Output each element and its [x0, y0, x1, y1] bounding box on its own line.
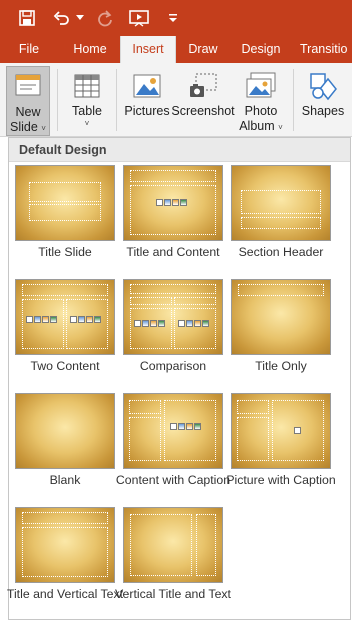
screenshot-button[interactable]: Screenshot — [171, 66, 235, 136]
layout-thumbnail — [123, 393, 223, 469]
layout-name: Content with Caption — [115, 473, 231, 487]
quick-access-toolbar — [0, 0, 352, 36]
screenshot-icon — [188, 68, 218, 104]
layout-thumbnail — [123, 165, 223, 241]
undo-dropdown-icon[interactable] — [74, 5, 86, 31]
new-slide-label-2: Slide — [10, 120, 38, 134]
layout-thumbnail — [123, 507, 223, 583]
ribbon-tabs: File Home Insert Draw Design Transitio — [0, 36, 352, 64]
photo-album-label-1: Photo — [244, 104, 278, 118]
layout-name: Comparison — [139, 359, 207, 373]
layout-thumbnail — [231, 393, 331, 469]
layout-name: Section Header — [238, 245, 324, 259]
customize-qat-icon[interactable] — [160, 5, 186, 31]
undo-icon[interactable] — [48, 5, 74, 31]
layout-name: Two Content — [30, 359, 100, 373]
layout-name: Title Slide — [38, 245, 92, 259]
pictures-button[interactable]: Pictures — [124, 66, 170, 136]
table-chevron: ˅ — [84, 119, 90, 128]
layout-thumbnail — [231, 165, 331, 241]
tab-home[interactable]: Home — [66, 36, 114, 63]
new-slide-label-1: New — [15, 105, 41, 119]
ribbon-separator — [57, 69, 58, 131]
start-from-beginning-icon[interactable] — [126, 5, 152, 31]
photo-album-icon — [245, 68, 277, 104]
layout-thumbnail — [15, 165, 115, 241]
ribbon-separator — [293, 69, 294, 131]
table-button[interactable]: Table ˅ — [66, 66, 108, 136]
gallery-section-header: Default Design — [9, 138, 350, 162]
save-icon[interactable] — [14, 5, 40, 31]
layout-thumbnail — [15, 279, 115, 355]
screenshot-label: Screenshot — [171, 104, 235, 118]
new-slide-icon — [13, 69, 43, 105]
photo-album-button[interactable]: Photo Album ˅ — [236, 66, 286, 136]
tab-draw[interactable]: Draw — [182, 36, 224, 63]
tab-insert[interactable]: Insert — [120, 36, 176, 64]
layout-thumbnail — [231, 279, 331, 355]
tab-design[interactable]: Design — [236, 36, 286, 63]
tab-transitions[interactable]: Transitio — [300, 36, 352, 63]
new-slide-chevron: ˅ — [41, 124, 46, 133]
new-slide-label-2-row: Slide ˅ — [10, 120, 46, 135]
layout-name: Picture with Caption — [226, 473, 336, 487]
table-icon — [73, 68, 101, 104]
tab-file[interactable]: File — [8, 36, 50, 63]
layout-thumbnail — [15, 393, 115, 469]
shapes-label: Shapes — [301, 104, 345, 118]
layout-name: Title Only — [255, 359, 307, 373]
new-slide-layout-gallery: Default Design Title Slide Title and Con… — [6, 137, 351, 620]
ribbon-separator — [116, 69, 117, 131]
photo-album-label-2-row: Album ˅ — [239, 119, 283, 134]
pictures-icon — [132, 68, 162, 104]
pictures-label: Pictures — [124, 104, 170, 118]
shapes-button[interactable]: Shapes — [300, 66, 346, 136]
photo-album-chevron: ˅ — [278, 123, 283, 132]
layout-thumbnail — [123, 279, 223, 355]
layout-name: Title and Vertical Text — [6, 587, 124, 601]
new-slide-button[interactable]: New Slide ˅ — [6, 66, 50, 136]
layout-name: Vertical Title and Text — [115, 587, 231, 601]
ribbon: New Slide ˅ Table ˅ Pictures Screenshot … — [0, 63, 352, 137]
layout-thumbnail — [15, 507, 115, 583]
redo-icon[interactable] — [92, 5, 118, 31]
layout-name: Title and Content — [126, 245, 220, 259]
layout-name: Blank — [49, 473, 81, 487]
table-label: Table — [72, 104, 102, 118]
shapes-icon — [308, 68, 338, 104]
photo-album-label-2: Album — [239, 119, 275, 133]
